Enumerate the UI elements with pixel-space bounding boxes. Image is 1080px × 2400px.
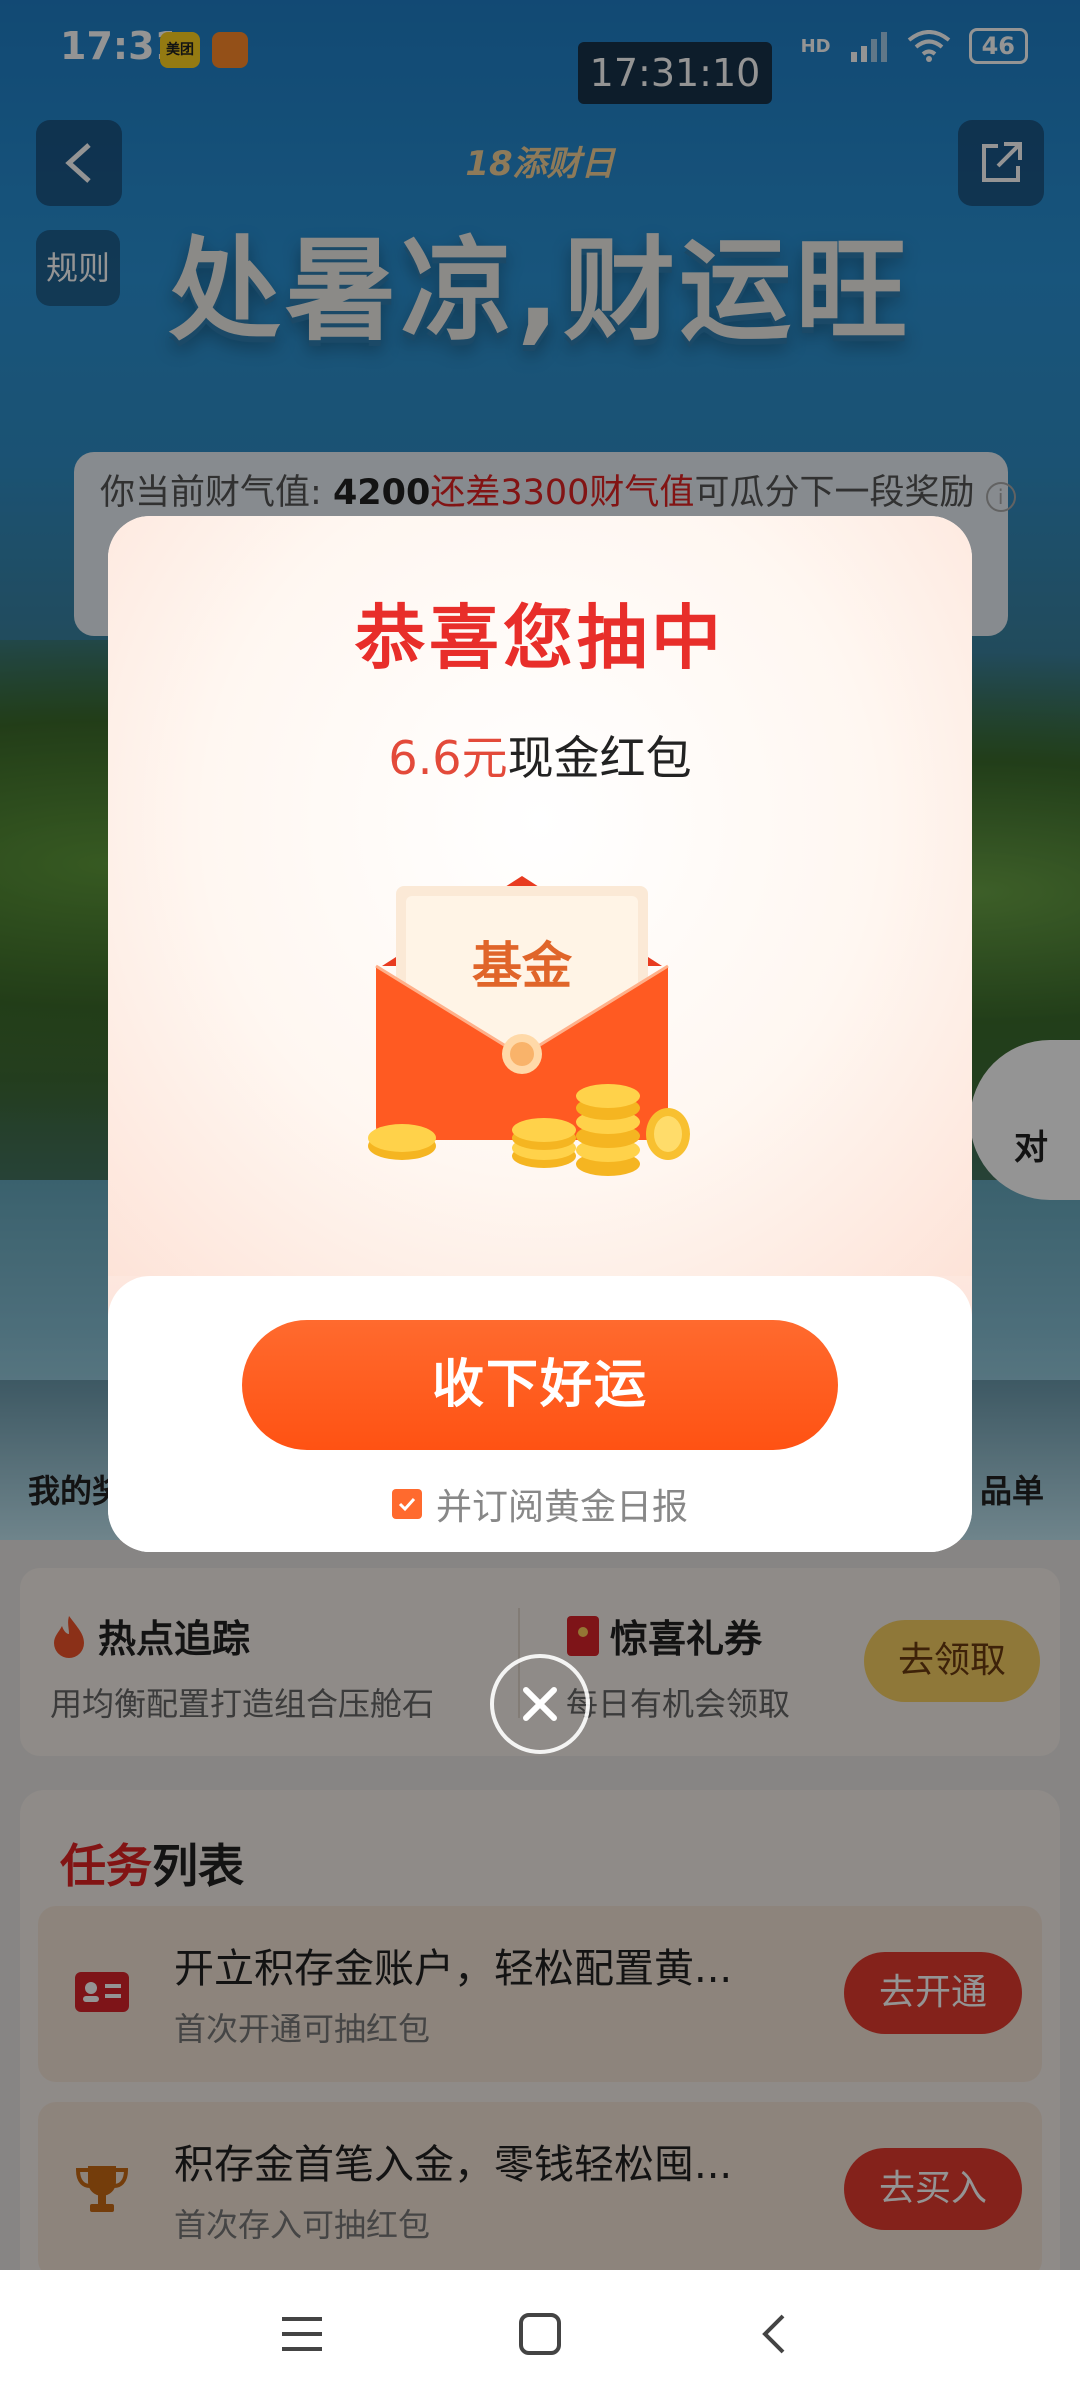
- checkmark-icon: [398, 1497, 416, 1512]
- subscribe-option[interactable]: 并订阅黄金日报: [108, 1478, 972, 1530]
- subscribe-checkbox[interactable]: [391, 1489, 422, 1519]
- system-nav-bar: [0, 2270, 1080, 2400]
- envelope-label: 基金: [472, 937, 572, 995]
- menu-icon: [282, 2317, 322, 2351]
- menu-nav-button[interactable]: [272, 2304, 332, 2364]
- reward-modal: 恭喜您抽中 6.6元现金红包 基金 收下好运 并订阅黄金日报: [108, 516, 972, 1552]
- gold-coin-icon: [368, 1124, 436, 1160]
- subscribe-label: 并订阅黄金日报: [435, 1487, 688, 1528]
- home-square-icon: [519, 2313, 561, 2355]
- modal-heading: 恭喜您抽中: [355, 597, 725, 679]
- prize-type: 现金红包: [507, 731, 692, 785]
- close-modal-button[interactable]: [490, 1654, 590, 1754]
- gold-coins-icon: [512, 1084, 690, 1176]
- prize-text: 6.6元现金红包: [108, 722, 972, 788]
- back-nav-button[interactable]: [744, 2304, 804, 2364]
- back-chevron-icon: [762, 2314, 785, 2354]
- accept-luck-button[interactable]: 收下好运: [242, 1320, 838, 1450]
- prize-amount: 6.6元: [388, 731, 508, 785]
- home-nav-button[interactable]: [510, 2304, 570, 2364]
- close-icon: [523, 1687, 557, 1721]
